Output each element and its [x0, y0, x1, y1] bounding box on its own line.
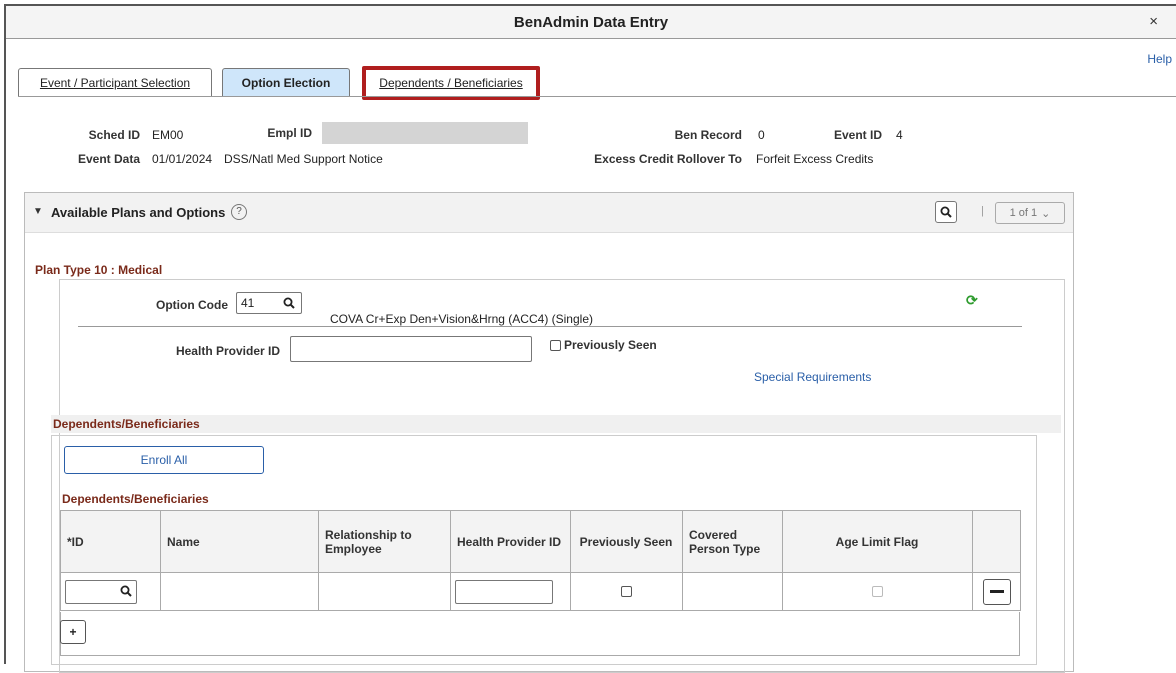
pager-select[interactable]: 1 of 1 ⌄: [995, 202, 1065, 224]
pager-text: 1 of 1: [1009, 207, 1038, 219]
col-id: *ID: [60, 510, 161, 573]
dependents-grid-title: Dependents/Beneficiaries: [62, 492, 209, 506]
event-data-date: 01/01/2024: [152, 152, 213, 166]
tab-event-participant-selection[interactable]: Event / Participant Selection: [18, 68, 212, 96]
col-actions: [972, 510, 1021, 573]
enroll-all-button[interactable]: Enroll All: [64, 446, 264, 474]
previously-seen-row-checkbox[interactable]: [621, 586, 632, 597]
tab-dependents-beneficiaries[interactable]: Dependents / Beneficiaries: [362, 66, 540, 100]
chevron-down-icon: ⌄: [1041, 207, 1051, 220]
cell-id: [60, 572, 161, 611]
dependents-box: Enroll All Dependents/Beneficiaries *ID …: [51, 435, 1037, 665]
plus-icon: +: [69, 625, 77, 639]
search-icon[interactable]: [120, 585, 132, 597]
event-data-label: Event Data: [77, 152, 140, 166]
cell-actions: [972, 572, 1021, 611]
available-plans-section: ▼ Available Plans and Options ? | 1 of 1…: [24, 192, 1074, 673]
section-title: Available Plans and Options: [51, 205, 226, 220]
option-code-value: 41: [241, 296, 255, 310]
window-frame: BenAdmin Data Entry × Help Event / Parti…: [4, 4, 1176, 673]
table-row: [60, 572, 1021, 611]
event-id-value: 4: [896, 128, 903, 142]
dependents-outer-title: Dependents/Beneficiaries: [53, 417, 200, 431]
excess-credit-label: Excess Credit Rollover To: [594, 152, 742, 166]
search-button[interactable]: [935, 201, 957, 223]
empl-id-label: Empl ID: [267, 126, 312, 140]
event-id-label: Event ID: [833, 128, 882, 142]
close-icon[interactable]: ×: [1149, 13, 1158, 30]
cell-relationship: [318, 572, 451, 611]
id-input[interactable]: [65, 579, 137, 604]
special-requirements-link[interactable]: Special Requirements: [754, 370, 871, 384]
sched-id-value: EM00: [152, 128, 184, 142]
divider: [78, 326, 1022, 327]
col-previously-seen: Previously Seen: [570, 510, 683, 573]
col-health-provider-id: Health Provider ID: [450, 510, 571, 573]
event-data-text: DSS/Natl Med Support Notice: [224, 152, 383, 166]
collapse-triangle-icon[interactable]: ▼: [33, 206, 43, 217]
window-title: BenAdmin Data Entry: [513, 14, 669, 31]
dependents-table: *ID Name Relationship to Employee Health…: [60, 510, 1021, 611]
health-provider-id-input[interactable]: [455, 579, 553, 604]
plan-type-title: Plan Type 10 : Medical: [35, 263, 163, 277]
excess-credit-value: Forfeit Excess Credits: [756, 152, 874, 166]
tab-divider: [18, 96, 1176, 97]
cell-health-provider: [450, 572, 571, 611]
delete-row-button[interactable]: [982, 578, 1011, 605]
previously-seen-label: Previously Seen: [564, 338, 657, 352]
sched-id-label: Sched ID: [88, 128, 140, 142]
help-link[interactable]: Help: [1147, 52, 1172, 66]
section-header[interactable]: ▼ Available Plans and Options ? | 1 of 1…: [25, 193, 1073, 233]
option-description: COVA Cr+Exp Den+Vision&Hrng (ACC4) (Sing…: [330, 312, 593, 326]
previously-seen-checkbox-group[interactable]: Previously Seen: [550, 338, 657, 352]
refresh-icon[interactable]: ⟳: [966, 292, 978, 309]
cell-covered-person-type: [682, 572, 783, 611]
ben-record-label: Ben Record: [674, 128, 742, 142]
col-age-limit-flag: Age Limit Flag: [782, 510, 973, 573]
health-provider-label: Health Provider ID: [175, 344, 280, 358]
option-code-label: Option Code: [156, 298, 228, 312]
cell-age-limit-flag: [782, 572, 973, 611]
health-provider-input[interactable]: [290, 336, 532, 362]
col-covered-person-type: Covered Person Type: [682, 510, 783, 573]
option-code-field[interactable]: 41: [236, 292, 302, 314]
empl-id-value-redacted: [322, 122, 528, 144]
add-row-button[interactable]: +: [60, 620, 86, 644]
previously-seen-checkbox[interactable]: [550, 339, 561, 351]
col-name: Name: [160, 510, 319, 573]
search-icon[interactable]: [283, 297, 295, 309]
title-bar: BenAdmin Data Entry ×: [6, 6, 1176, 39]
add-row-area: [60, 612, 1020, 656]
search-icon: [940, 206, 952, 218]
dependents-bar: [51, 415, 1061, 433]
minus-icon: [989, 589, 1004, 593]
col-relationship: Relationship to Employee: [318, 510, 451, 573]
tab-option-election[interactable]: Option Election: [222, 68, 350, 96]
ben-record-value: 0: [758, 128, 765, 142]
age-limit-flag-checkbox: [872, 586, 883, 597]
cell-name: [160, 572, 319, 611]
cell-previously-seen: [570, 572, 683, 611]
table-header-row: *ID Name Relationship to Employee Health…: [60, 510, 1021, 573]
pager-separator: |: [981, 205, 984, 217]
help-circle-icon[interactable]: ?: [231, 204, 247, 220]
